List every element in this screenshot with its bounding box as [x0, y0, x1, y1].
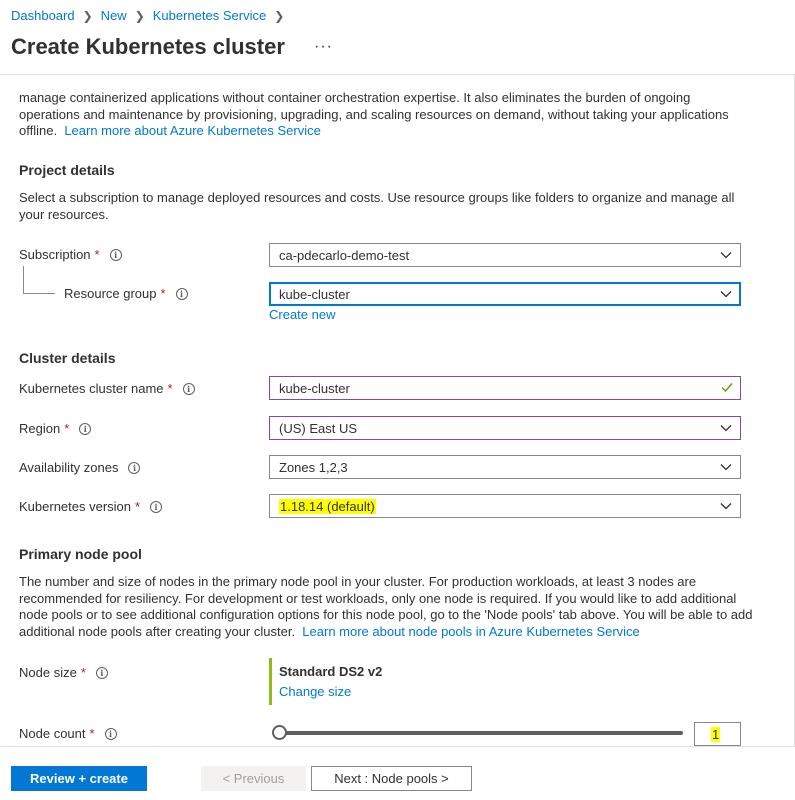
node-count-label-text: Node count [19, 726, 86, 741]
node-count-slider-thumb[interactable] [272, 725, 287, 740]
node-size-selection: Standard DS2 v2 Change size [269, 658, 382, 705]
node-size-value: Standard DS2 v2 [279, 664, 383, 679]
footer-divider [0, 746, 795, 747]
project-details-description: Select a subscription to manage deployed… [19, 190, 735, 222]
subscription-value: ca-pdecarlo-demo-test [279, 247, 410, 263]
region-dropdown[interactable]: (US) East US [269, 416, 741, 440]
subscription-dropdown[interactable]: ca-pdecarlo-demo-test [269, 243, 741, 267]
info-icon[interactable]: i [104, 727, 117, 740]
node-count-input[interactable]: 1 [694, 722, 741, 746]
info-icon[interactable]: i [109, 248, 122, 261]
node-pool-description: The number and size of nodes in the prim… [19, 574, 754, 640]
learn-more-aks-link[interactable]: Learn more about Azure Kubernetes Servic… [64, 123, 321, 138]
info-icon[interactable]: i [128, 461, 141, 474]
primary-node-pool-heading: Primary node pool [19, 546, 142, 562]
required-marker: * [160, 286, 166, 301]
page-title: Create Kubernetes cluster [11, 34, 285, 59]
checkmark-icon [721, 383, 733, 393]
breadcrumb: Dashboard ❯ New ❯ Kubernetes Service ❯ [11, 8, 292, 23]
kubernetes-version-dropdown[interactable]: 1.18.14 (default) [269, 494, 741, 518]
node-size-label-text: Node size [19, 665, 77, 680]
learn-more-node-pools-link[interactable]: Learn more about node pools in Azure Kub… [302, 624, 640, 639]
chevron-down-icon [720, 503, 732, 510]
cluster-name-label: Kubernetes cluster name * i [19, 381, 195, 396]
required-marker: * [80, 665, 86, 680]
required-marker: * [94, 247, 100, 262]
region-label: Region * i [19, 421, 92, 436]
node-count-label: Node count * i [19, 726, 117, 741]
info-icon[interactable]: i [150, 500, 163, 513]
chevron-down-icon [720, 252, 732, 259]
node-count-slider-track[interactable] [278, 731, 683, 735]
required-marker: * [89, 726, 95, 741]
info-icon[interactable]: i [182, 382, 195, 395]
resource-group-value: kube-cluster [279, 286, 350, 302]
cluster-name-input[interactable]: kube-cluster [269, 376, 741, 400]
node-size-label: Node size * i [19, 665, 108, 680]
cluster-details-heading: Cluster details [19, 350, 116, 366]
resource-group-dropdown[interactable]: kube-cluster [269, 282, 741, 306]
more-options-icon[interactable]: ··· [314, 38, 333, 56]
tree-connector-vertical [23, 266, 24, 293]
node-count-value: 1 [711, 726, 721, 742]
region-label-text: Region [19, 421, 61, 436]
subscription-label: Subscription * i [19, 247, 122, 262]
required-marker: * [167, 381, 173, 396]
cluster-name-value: kube-cluster [279, 380, 350, 396]
header-divider [0, 74, 795, 75]
breadcrumb-new[interactable]: New [101, 8, 127, 23]
intro-paragraph: manage containerized applications withou… [19, 90, 749, 140]
kubernetes-version-label-text: Kubernetes version [19, 499, 132, 514]
project-details-heading: Project details [19, 162, 115, 178]
subscription-label-text: Subscription [19, 247, 91, 262]
cluster-name-label-text: Kubernetes cluster name [19, 381, 164, 396]
change-size-link[interactable]: Change size [279, 684, 382, 699]
region-value: (US) East US [279, 420, 358, 436]
required-marker: * [64, 421, 70, 436]
kubernetes-version-value: 1.18.14 (default) [279, 498, 376, 514]
chevron-right-icon: ❯ [82, 8, 93, 23]
review-create-button[interactable]: Review + create [11, 766, 147, 791]
info-icon[interactable]: i [79, 422, 92, 435]
tree-connector-horizontal [23, 293, 55, 294]
resource-group-label: Resource group * i [64, 286, 188, 301]
availability-zones-value: Zones 1,2,3 [279, 459, 348, 475]
next-node-pools-button[interactable]: Next : Node pools > [311, 766, 472, 791]
info-icon[interactable]: i [175, 287, 188, 300]
info-icon[interactable]: i [95, 666, 108, 679]
chevron-right-icon: ❯ [274, 8, 285, 23]
required-marker: * [135, 499, 141, 514]
breadcrumb-dashboard[interactable]: Dashboard [11, 8, 75, 23]
availability-zones-label-text: Availability zones [19, 460, 119, 475]
chevron-right-icon: ❯ [134, 8, 145, 23]
availability-zones-dropdown[interactable]: Zones 1,2,3 [269, 455, 741, 479]
chevron-down-icon [720, 425, 732, 432]
resource-group-label-text: Resource group [64, 286, 157, 301]
availability-zones-label: Availability zones i [19, 460, 141, 475]
chevron-down-icon [720, 464, 732, 471]
create-new-resource-group-link[interactable]: Create new [269, 307, 335, 322]
chevron-down-icon [720, 291, 732, 298]
previous-button[interactable]: < Previous [201, 766, 306, 791]
kubernetes-version-label: Kubernetes version * i [19, 499, 163, 514]
breadcrumb-kubernetes-service[interactable]: Kubernetes Service [153, 8, 266, 23]
